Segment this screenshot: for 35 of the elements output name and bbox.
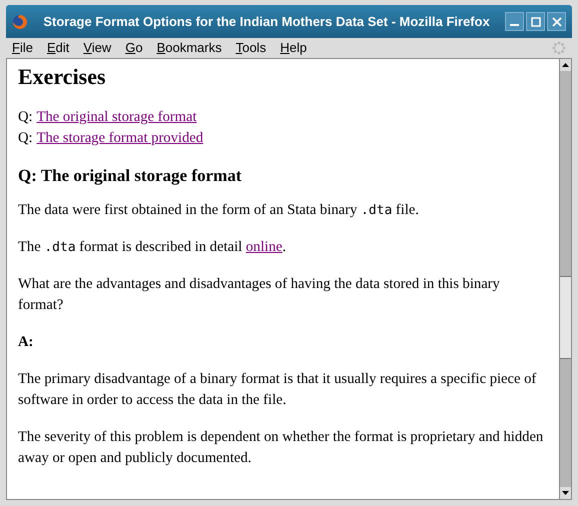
scroll-down-button[interactable]: [560, 487, 571, 499]
paragraph: The data were first obtained in the form of an Stata binary .dta file.: [18, 201, 420, 220]
paragraph: The primary disadvantage of a binary format is that it usually requires a specific piece of software in order to access the data in the file.: [18, 370, 538, 410]
question-label: Q:: [18, 108, 33, 127]
menu-item[interactable]: Go: [125, 38, 143, 58]
section-heading: Q: The original storage format: [18, 165, 242, 186]
menu-item[interactable]: File: [12, 38, 33, 58]
firefox-logo-icon: [12, 14, 28, 30]
menu-item[interactable]: Tools: [236, 38, 266, 58]
maximize-button[interactable]: [526, 12, 545, 31]
minimize-icon: [510, 24, 519, 26]
close-icon: [552, 16, 562, 26]
text-link[interactable]: online: [246, 239, 282, 255]
down-arrow-icon: [562, 491, 569, 495]
paragraph: The severity of this problem is dependent on whether the format is proprietary and hidden away or open and publicly documented.: [18, 428, 544, 468]
window-title: Storage Format Options for the Indian Mothers Data Set - Mozilla Firefox: [42, 12, 491, 31]
maximize-icon: [530, 16, 540, 26]
menu-item[interactable]: View: [83, 38, 112, 58]
scroll-thumb[interactable]: [560, 276, 571, 359]
throbber-icon: [552, 41, 566, 55]
menu-item[interactable]: Bookmarks: [156, 38, 222, 58]
scroll-up-button[interactable]: [560, 59, 571, 71]
question-label: Q:: [18, 129, 33, 148]
paragraph: What are the advantages and disadvantages of having the data stored in this binary format?: [18, 275, 501, 315]
up-arrow-icon: [562, 63, 569, 67]
page-heading: Exercises: [18, 63, 107, 91]
paragraph: The .dta format is described in detail online.: [18, 238, 288, 257]
question-link[interactable]: The original storage format: [36, 107, 197, 128]
scrollbar[interactable]: [559, 59, 571, 499]
menu-item[interactable]: Help: [280, 38, 307, 58]
question-link[interactable]: The storage format provided: [36, 128, 204, 149]
menu-item[interactable]: Edit: [46, 38, 70, 58]
minimize-button[interactable]: [505, 12, 524, 31]
close-button[interactable]: [547, 12, 566, 31]
answer-label: A:: [18, 333, 34, 352]
